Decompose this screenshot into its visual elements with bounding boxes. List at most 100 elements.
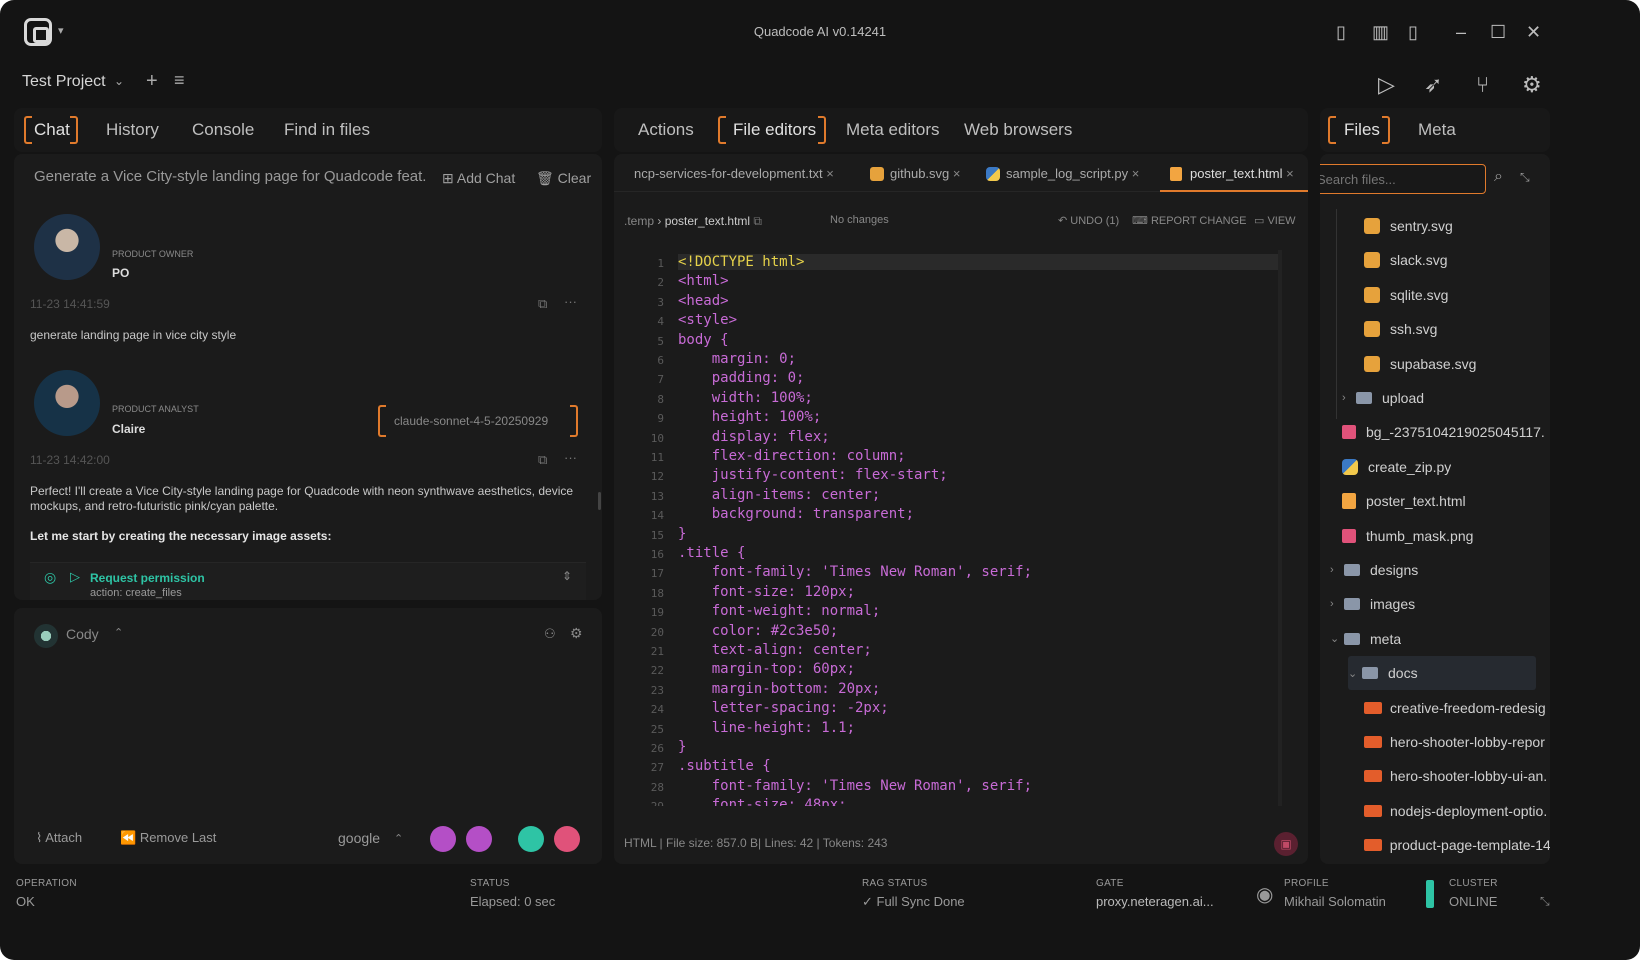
undo-button[interactable]: ↶ UNDO (1) — [1058, 214, 1119, 227]
message-role: PRODUCT OWNER — [112, 249, 194, 259]
git-branch-icon[interactable]: ⑂ — [1476, 72, 1489, 98]
menu-icon[interactable]: ≡ — [174, 70, 185, 91]
tree-file[interactable]: create_zip.py — [1320, 450, 1550, 484]
save-icon[interactable]: ▣ — [1274, 832, 1298, 856]
tab-chat[interactable]: Chat — [34, 108, 70, 152]
tree-folder[interactable]: › upload — [1320, 381, 1550, 415]
view-button[interactable]: ▭ VIEW — [1254, 214, 1296, 227]
settings-icon[interactable]: ⚙ — [1522, 72, 1542, 98]
code-editor[interactable]: 1 <!DOCTYPE html> 2 <html> 3 <head> 4 <style> 5 b… — [614, 250, 1308, 806]
tab-history[interactable]: History — [106, 108, 159, 152]
add-project-icon[interactable]: + — [146, 70, 158, 93]
minimize-icon[interactable]: – — [1456, 22, 1466, 42]
file-tab-active[interactable]: poster_text.html × — [1160, 162, 1308, 192]
agents-icon[interactable]: ⚇ — [544, 626, 556, 642]
tree-file[interactable]: nodejs-deployment-optio. — [1320, 794, 1550, 828]
brain-icon[interactable] — [518, 826, 544, 852]
profile-value[interactable]: Mikhail Solomatin — [1284, 894, 1386, 909]
undo-icon: ↶ — [1058, 215, 1071, 227]
rocket-icon[interactable]: ➶ — [1424, 72, 1442, 98]
tree-file[interactable]: creative-freedom-redesig — [1320, 691, 1550, 725]
chevron-icon[interactable]: › — [1342, 392, 1356, 404]
provider-select[interactable]: google — [338, 830, 380, 846]
tree-file[interactable]: sqlite.svg — [1320, 278, 1550, 312]
chevron-icon[interactable]: › — [1330, 564, 1344, 576]
agent-name[interactable]: Cody — [66, 626, 99, 642]
change-state: No changes — [830, 214, 889, 226]
tree-file[interactable]: supabase.svg — [1320, 347, 1550, 381]
file-tab[interactable]: ncp-services-for-development.txt × — [634, 166, 834, 181]
tree-file[interactable]: hero-shooter-lobby-repor — [1320, 725, 1550, 759]
permission-row[interactable]: ◎ ▷ Request permission action: create_fi… — [30, 562, 586, 600]
chevron-up-icon[interactable]: ⌃ — [394, 832, 403, 845]
collapse-icon[interactable]: ⤡ — [1520, 170, 1530, 185]
maximize-icon[interactable]: ☐ — [1490, 22, 1506, 42]
search-input[interactable] — [1320, 165, 1477, 193]
hammer-icon[interactable] — [554, 826, 580, 852]
tab-actions[interactable]: Actions — [638, 108, 694, 152]
chevron-up-icon[interactable]: ⌃ — [114, 626, 123, 639]
editor-panel: ncp-services-for-development.txt × githu… — [614, 154, 1308, 864]
remove-last-button[interactable]: ⏪ Remove Last — [120, 830, 216, 846]
file-tabs: ncp-services-for-development.txt × githu… — [614, 154, 1308, 192]
tree-item-label: nodejs-deployment-optio. — [1390, 802, 1548, 819]
tab-files[interactable]: Files — [1344, 108, 1380, 152]
md-file-icon — [1363, 839, 1382, 852]
tab-file-editors[interactable]: File editors — [733, 108, 816, 152]
resize-icon[interactable]: ⤡ — [1540, 894, 1550, 909]
message-text: Perfect! I'll create a Vice City-style l… — [30, 484, 574, 513]
tab-meta-editors[interactable]: Meta editors — [846, 108, 940, 152]
add-chat-button[interactable]: ⊞ Add Chat — [442, 170, 515, 187]
tree-folder[interactable]: › designs — [1320, 553, 1550, 587]
team-mode-icon[interactable] — [466, 826, 492, 852]
tree-folder[interactable]: › images — [1320, 587, 1550, 621]
clear-button[interactable]: 🗑 Clear — [536, 170, 591, 187]
chat-mode-icon[interactable] — [430, 826, 456, 852]
report-change-button[interactable]: ⌨ REPORT CHANGE — [1132, 214, 1247, 227]
scrollbar[interactable] — [598, 492, 601, 510]
code-line: margin-bottom: 20px; — [678, 680, 881, 697]
tree-file[interactable]: thumb_mask.png — [1320, 519, 1550, 553]
tab-web-browsers[interactable]: Web browsers — [964, 108, 1072, 152]
chevron-icon[interactable]: ⌄ — [1348, 667, 1362, 680]
chevron-icon[interactable]: › — [1330, 598, 1344, 610]
close-icon[interactable]: ✕ — [1526, 22, 1541, 42]
tab-find-in-files[interactable]: Find in files — [284, 108, 370, 152]
tree-file[interactable]: slack.svg — [1320, 243, 1550, 277]
tree-item-label: sentry.svg — [1390, 218, 1453, 234]
copy-icon[interactable]: ⧉ — [538, 296, 547, 312]
file-tab[interactable]: sample_log_script.py × — [986, 166, 1139, 181]
tree-file[interactable]: hero-shooter-lobby-ui-an. — [1320, 759, 1550, 793]
gate-value[interactable]: proxy.neteragen.ai... — [1096, 894, 1214, 909]
gear-icon[interactable]: ⚙ — [570, 625, 583, 642]
tab-console[interactable]: Console — [192, 108, 254, 152]
project-chevron-icon[interactable]: ⌄ — [114, 74, 124, 88]
run-icon[interactable]: ▷ — [1378, 72, 1395, 98]
search-icon[interactable]: ⌕ — [1494, 168, 1503, 186]
layout-right-icon[interactable]: ▯ — [1408, 22, 1418, 42]
more-icon[interactable]: ··· — [564, 450, 577, 465]
attach-button[interactable]: ⌇ Attach — [36, 830, 82, 846]
more-icon[interactable]: ··· — [564, 294, 577, 309]
file-tab[interactable]: github.svg × — [870, 166, 960, 181]
tree-folder[interactable]: ⌄ meta — [1320, 622, 1550, 656]
tree-file[interactable]: product-page-template-14 — [1320, 828, 1550, 862]
copy-icon[interactable]: ⧉ — [538, 452, 547, 468]
chevron-icon[interactable]: ⌄ — [1330, 632, 1344, 645]
code-line: align-items: center; — [678, 486, 881, 503]
tree-file[interactable]: ssh.svg — [1320, 312, 1550, 346]
file-search-box[interactable] — [1320, 164, 1486, 194]
tree-folder[interactable]: ⌄ docs — [1348, 656, 1536, 691]
layout-center-icon[interactable]: ▥ — [1372, 22, 1389, 42]
tree-file[interactable]: bg_-2375104219025045117. — [1320, 415, 1550, 449]
tree-file[interactable]: sentry.svg — [1320, 209, 1550, 243]
copy-path-icon[interactable]: ⧉ — [753, 214, 762, 228]
tab-meta[interactable]: Meta — [1418, 108, 1456, 152]
svg-file-icon — [1364, 286, 1380, 303]
project-name[interactable]: Test Project — [22, 73, 106, 91]
layout-left-icon[interactable]: ▯ — [1336, 22, 1346, 42]
editor-scrollbar[interactable] — [1278, 250, 1282, 806]
expand-icon[interactable]: ⇕ — [562, 569, 572, 583]
tree-file[interactable]: poster_text.html — [1320, 484, 1550, 518]
files-panel: ⌕ ⤡ sentry.svg slack.svg sqlite.svg ssh.svg… — [1320, 154, 1550, 864]
